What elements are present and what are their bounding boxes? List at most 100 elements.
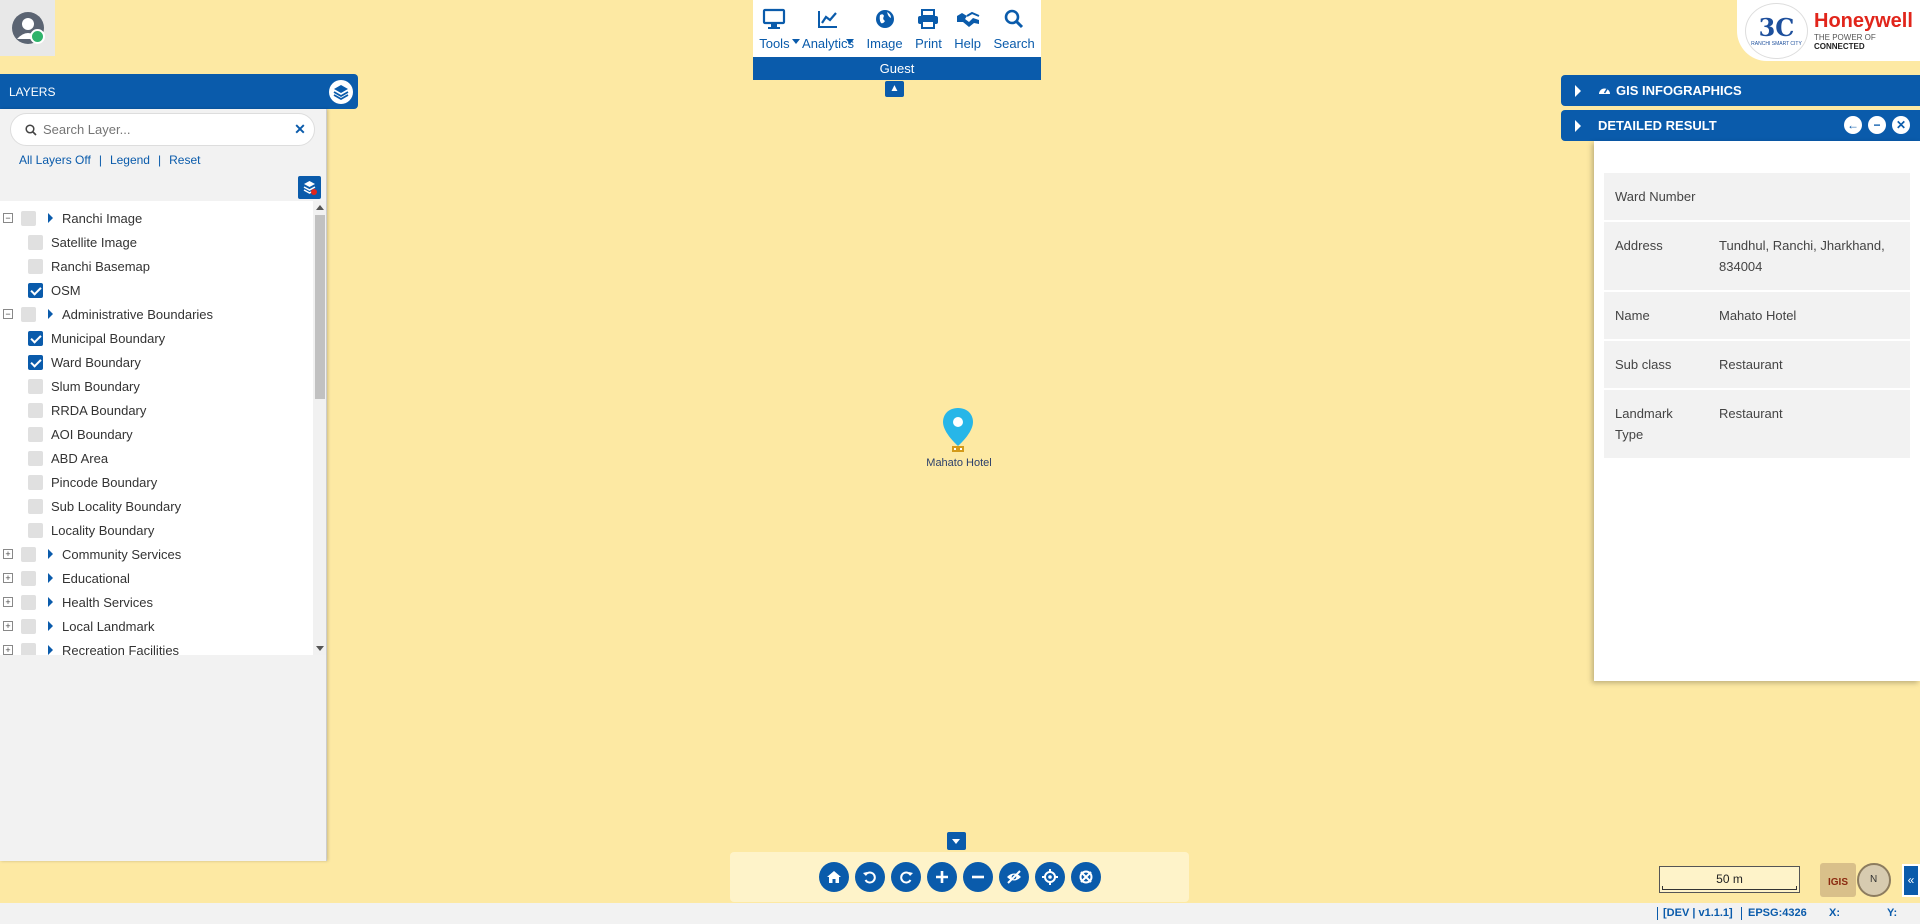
layer-checkbox[interactable] <box>28 378 43 394</box>
scroll-down-arrow[interactable] <box>316 646 324 651</box>
all-layers-off-link[interactable]: All Layers Off <box>19 153 91 167</box>
clear-button[interactable] <box>1070 862 1101 892</box>
layer-checkbox[interactable] <box>28 498 43 514</box>
detail-row: Ward Number <box>1604 173 1910 220</box>
layer-checkbox[interactable] <box>28 258 43 274</box>
layer-item[interactable]: Locality Boundary <box>28 518 154 542</box>
layer-order-button[interactable] <box>298 176 321 199</box>
link-separator: | <box>157 153 162 167</box>
navbar-toggle-button[interactable] <box>947 832 966 850</box>
back-icon[interactable]: ← <box>1844 116 1862 134</box>
layer-group[interactable]: − Administrative Boundaries <box>3 302 213 326</box>
gis-infographics-title: GIS INFOGRAPHICS <box>1616 83 1742 98</box>
minimize-icon[interactable]: − <box>1868 116 1886 134</box>
layer-item[interactable]: Ranchi Basemap <box>28 254 150 278</box>
layer-checkbox[interactable] <box>28 522 43 538</box>
detail-row: Name Mahato Hotel <box>1604 292 1910 339</box>
hide-button[interactable] <box>998 862 1029 892</box>
expand-icon[interactable]: + <box>3 549 13 559</box>
layer-item[interactable]: RRDA Boundary <box>28 398 146 422</box>
layer-checkbox[interactable] <box>28 234 43 250</box>
toolbar-search-button[interactable]: Search <box>994 8 1035 51</box>
expand-icon[interactable]: + <box>3 621 13 631</box>
layer-label: Local Landmark <box>62 618 155 634</box>
layer-checkbox[interactable] <box>28 330 43 346</box>
close-icon[interactable]: ✕ <box>1892 116 1910 134</box>
layer-label: Community Services <box>62 546 182 562</box>
layer-item[interactable]: Slum Boundary <box>28 374 140 398</box>
locate-button[interactable] <box>1034 862 1065 892</box>
zoom-out-button[interactable] <box>962 862 993 892</box>
compass-icon <box>1857 863 1891 897</box>
expand-icon[interactable]: + <box>3 573 13 583</box>
layer-checkbox[interactable] <box>21 618 36 634</box>
scroll-up-arrow[interactable] <box>316 205 324 210</box>
redo-button[interactable] <box>890 862 921 892</box>
layer-group[interactable]: + Health Services <box>3 590 153 614</box>
layer-checkbox[interactable] <box>21 306 36 322</box>
layer-tree-scrollbar[interactable] <box>313 201 326 655</box>
layer-item[interactable]: Municipal Boundary <box>28 326 165 350</box>
layer-checkbox[interactable] <box>28 474 43 490</box>
layer-checkbox[interactable] <box>28 426 43 442</box>
layer-item[interactable]: Sub Locality Boundary <box>28 494 181 518</box>
collapse-panel-button[interactable]: « <box>1902 864 1920 897</box>
layer-checkbox[interactable] <box>21 546 36 562</box>
collapse-icon[interactable]: − <box>3 309 13 319</box>
user-avatar[interactable] <box>0 0 55 56</box>
layer-label: AOI Boundary <box>51 426 133 442</box>
layer-item[interactable]: OSM <box>28 278 81 302</box>
layer-checkbox[interactable] <box>28 282 43 298</box>
locate-icon <box>1041 869 1058 885</box>
layer-search-input[interactable] <box>43 122 286 137</box>
layer-item[interactable]: ABD Area <box>28 446 108 470</box>
layer-group[interactable]: + Recreation Facilities <box>3 638 179 655</box>
layer-group[interactable]: + Educational <box>3 566 130 590</box>
search-icon <box>25 123 37 136</box>
layer-checkbox[interactable] <box>28 402 43 418</box>
legend-link[interactable]: Legend <box>110 153 150 167</box>
layer-checkbox[interactable] <box>21 594 36 610</box>
gis-infographics-header[interactable]: GIS INFOGRAPHICS <box>1561 75 1920 106</box>
toolbar-collapse-button[interactable]: ▲ <box>885 81 904 97</box>
hide-icon <box>1006 870 1021 884</box>
layer-item[interactable]: Ward Boundary <box>28 350 141 374</box>
undo-button[interactable] <box>854 862 885 892</box>
expand-icon[interactable]: + <box>3 645 13 655</box>
honeywell-logo: Honeywell <box>1814 10 1913 32</box>
link-separator: | <box>98 153 102 167</box>
layer-checkbox[interactable] <box>21 642 36 655</box>
layer-checkbox[interactable] <box>28 450 43 466</box>
clear-search-icon[interactable]: ✕ <box>286 121 314 138</box>
layer-label: Sub Locality Boundary <box>51 498 182 514</box>
toolbar-image-button[interactable]: Image <box>867 8 903 51</box>
reset-link[interactable]: Reset <box>169 153 200 167</box>
toolbar-analytics-button[interactable]: Analytics <box>802 8 854 56</box>
zoom-in-button[interactable] <box>926 862 957 892</box>
layer-search-box: ✕ <box>10 113 315 146</box>
layer-checkbox[interactable] <box>21 570 36 586</box>
layer-group[interactable]: − Ranchi Image <box>3 206 142 230</box>
expand-icon[interactable]: + <box>3 597 13 607</box>
layer-checkbox[interactable] <box>21 210 36 226</box>
toolbar-tools-button[interactable]: Tools <box>759 8 801 56</box>
layer-item[interactable]: AOI Boundary <box>28 422 133 446</box>
layer-item[interactable]: Satellite Image <box>28 230 137 254</box>
collapse-icon[interactable]: − <box>3 213 13 223</box>
toolbar-print-button[interactable]: Print <box>915 8 942 51</box>
location-pin-icon[interactable] <box>940 406 976 456</box>
detailed-result-header[interactable]: DETAILED RESULT ← − ✕ <box>1561 110 1920 141</box>
scroll-thumb[interactable] <box>315 215 325 399</box>
home-button[interactable] <box>818 862 849 892</box>
detailed-result-panel: Ward Number Address Tundhul, Ranchi, Jhark… <box>1594 141 1920 681</box>
layers-stack-icon[interactable] <box>329 80 353 104</box>
layer-group[interactable]: + Local Landmark <box>3 614 155 638</box>
layer-item[interactable]: Pincode Boundary <box>28 470 157 494</box>
layer-group[interactable]: + Community Services <box>3 542 181 566</box>
caret-right-icon <box>48 309 53 319</box>
detail-key: Name <box>1604 292 1708 339</box>
layer-checkbox[interactable] <box>28 354 43 370</box>
detail-value: Tundhul, Ranchi, Jharkhand, 834004 <box>1708 222 1910 290</box>
layer-label: Administrative Boundaries <box>62 306 214 322</box>
toolbar-help-button[interactable]: Help <box>954 8 981 51</box>
